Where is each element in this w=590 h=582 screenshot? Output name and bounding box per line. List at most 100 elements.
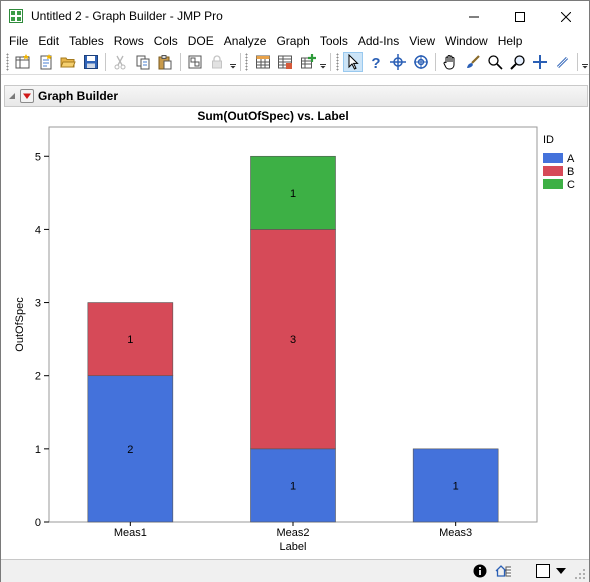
data-table-icon[interactable] bbox=[253, 52, 273, 72]
add-table-icon[interactable] bbox=[298, 52, 318, 72]
menu-edit[interactable]: Edit bbox=[33, 32, 64, 50]
minimize-button[interactable] bbox=[451, 1, 497, 32]
menu-view[interactable]: View bbox=[404, 32, 440, 50]
menu-add-ins[interactable]: Add-Ins bbox=[353, 32, 404, 50]
copy-icon[interactable] bbox=[133, 52, 153, 72]
menu-doe[interactable]: DOE bbox=[183, 32, 219, 50]
arrow-tool-icon[interactable] bbox=[343, 52, 363, 72]
menu-file[interactable]: File bbox=[4, 32, 33, 50]
journal-icon[interactable] bbox=[185, 52, 205, 72]
paste-icon[interactable] bbox=[156, 52, 176, 72]
plus-tool-icon[interactable] bbox=[531, 52, 551, 72]
y-tick-label: 0 bbox=[35, 517, 41, 529]
dropdown-icon bbox=[229, 64, 236, 69]
new-script-icon[interactable] bbox=[36, 52, 56, 72]
y-axis-label: OutOfSpec bbox=[14, 297, 26, 352]
help-tool-icon[interactable]: ? bbox=[366, 52, 386, 72]
crosshair-tool-icon[interactable] bbox=[388, 52, 408, 72]
svg-text:?: ? bbox=[371, 55, 380, 70]
window-dropdown-icon[interactable] bbox=[553, 563, 569, 579]
graph-builder-outline: Graph Builder bbox=[4, 85, 588, 107]
window-title: Untitled 2 - Graph Builder - JMP Pro bbox=[31, 9, 223, 23]
menu-tables[interactable]: Tables bbox=[64, 32, 109, 50]
bar-data-label: 1 bbox=[127, 334, 133, 346]
toolbar-grip[interactable] bbox=[6, 53, 9, 71]
title-bar[interactable]: Untitled 2 - Graph Builder - JMP Pro bbox=[1, 1, 589, 32]
x-axis-label: Label bbox=[280, 541, 307, 553]
x-tick-label: Meas1 bbox=[114, 527, 147, 539]
chart-title: Sum(OutOfSpec) vs. Label bbox=[197, 109, 348, 123]
selection-tool-icon[interactable] bbox=[485, 52, 505, 72]
new-table-icon[interactable] bbox=[13, 52, 33, 72]
menu-graph[interactable]: Graph bbox=[271, 32, 314, 50]
close-icon bbox=[561, 11, 571, 22]
legend-label: B bbox=[567, 166, 574, 178]
menu-window[interactable]: Window bbox=[440, 32, 493, 50]
hand-tool-icon[interactable] bbox=[440, 52, 460, 72]
dropdown-icon bbox=[581, 64, 588, 69]
y-tick-label: 4 bbox=[35, 224, 41, 236]
menu-rows[interactable]: Rows bbox=[109, 32, 149, 50]
line-tool-icon[interactable] bbox=[553, 52, 573, 72]
legend-title: ID bbox=[543, 134, 554, 146]
toolbar-separator bbox=[577, 53, 579, 71]
toolbar-grip[interactable] bbox=[335, 53, 339, 71]
toolbar-separator bbox=[179, 53, 181, 71]
y-tick-label: 5 bbox=[35, 151, 41, 163]
y-tick-label: 2 bbox=[35, 371, 41, 383]
legend-swatch bbox=[543, 166, 563, 176]
menu-cols[interactable]: Cols bbox=[149, 32, 183, 50]
app-window: Untitled 2 - Graph Builder - JMP Pro Fil… bbox=[0, 0, 590, 582]
red-triangle-menu-button[interactable] bbox=[20, 89, 34, 103]
x-tick-label: Meas3 bbox=[439, 527, 472, 539]
dropdown-icon bbox=[319, 64, 326, 69]
bar-data-label: 1 bbox=[453, 480, 459, 492]
menu-tools[interactable]: Tools bbox=[315, 32, 353, 50]
open-icon[interactable] bbox=[59, 52, 79, 72]
y-tick-label: 3 bbox=[35, 298, 41, 310]
legend-label: A bbox=[567, 153, 575, 165]
outline-title: Graph Builder bbox=[38, 89, 119, 103]
chart-area: Sum(OutOfSpec) vs. Label 0 1 2 3 4 5 OutOfSpec 2… bbox=[1, 107, 590, 559]
toolbar-separator bbox=[434, 53, 436, 71]
save-icon[interactable] bbox=[81, 52, 101, 72]
info-icon[interactable] bbox=[472, 563, 488, 579]
bar-data-label: 1 bbox=[290, 480, 296, 492]
bar-data-label: 2 bbox=[127, 444, 133, 456]
disclosure-icon[interactable] bbox=[7, 91, 17, 101]
menu-bar: File Edit Tables Rows Cols DOE Analyze G… bbox=[1, 32, 589, 50]
minimize-icon bbox=[469, 16, 479, 17]
toolbar-separator bbox=[239, 53, 241, 71]
toolbar-separator bbox=[329, 53, 331, 71]
magnifier-tool-icon[interactable] bbox=[508, 52, 528, 72]
legend-swatch bbox=[543, 179, 563, 189]
resize-grip-icon[interactable] bbox=[572, 566, 588, 582]
maximize-button[interactable] bbox=[497, 1, 543, 32]
toolbar-overflow-button[interactable] bbox=[229, 52, 237, 72]
window-select-icon[interactable] bbox=[535, 563, 551, 579]
stacked-bar-chart: Sum(OutOfSpec) vs. Label 0 1 2 3 4 5 OutOfSpec 2… bbox=[14, 109, 575, 553]
red-triangle-icon bbox=[23, 93, 31, 99]
lock-icon[interactable] bbox=[208, 52, 228, 72]
lasso-tool-icon[interactable] bbox=[411, 52, 431, 72]
status-bar bbox=[1, 559, 589, 582]
jmp-app-icon bbox=[9, 9, 23, 23]
legend-swatch bbox=[543, 153, 563, 163]
toolbar-separator bbox=[105, 53, 107, 71]
x-tick-label: Meas2 bbox=[276, 527, 309, 539]
home-window-icon[interactable] bbox=[495, 563, 511, 579]
maximize-icon bbox=[515, 11, 525, 22]
legend-label: C bbox=[567, 179, 575, 191]
brush-tool-icon[interactable] bbox=[463, 52, 483, 72]
toolbar-overflow-button[interactable] bbox=[319, 52, 327, 72]
menu-analyze[interactable]: Analyze bbox=[219, 32, 272, 50]
toolbar-overflow-button[interactable] bbox=[581, 52, 589, 72]
toolbar: ? bbox=[1, 50, 589, 75]
y-tick-label: 1 bbox=[35, 444, 41, 456]
close-button[interactable] bbox=[543, 1, 589, 32]
cut-icon[interactable] bbox=[111, 52, 131, 72]
bar-data-label: 3 bbox=[290, 334, 296, 346]
toolbar-grip[interactable] bbox=[245, 53, 249, 71]
open-data-icon[interactable] bbox=[275, 52, 295, 72]
menu-help[interactable]: Help bbox=[493, 32, 528, 50]
